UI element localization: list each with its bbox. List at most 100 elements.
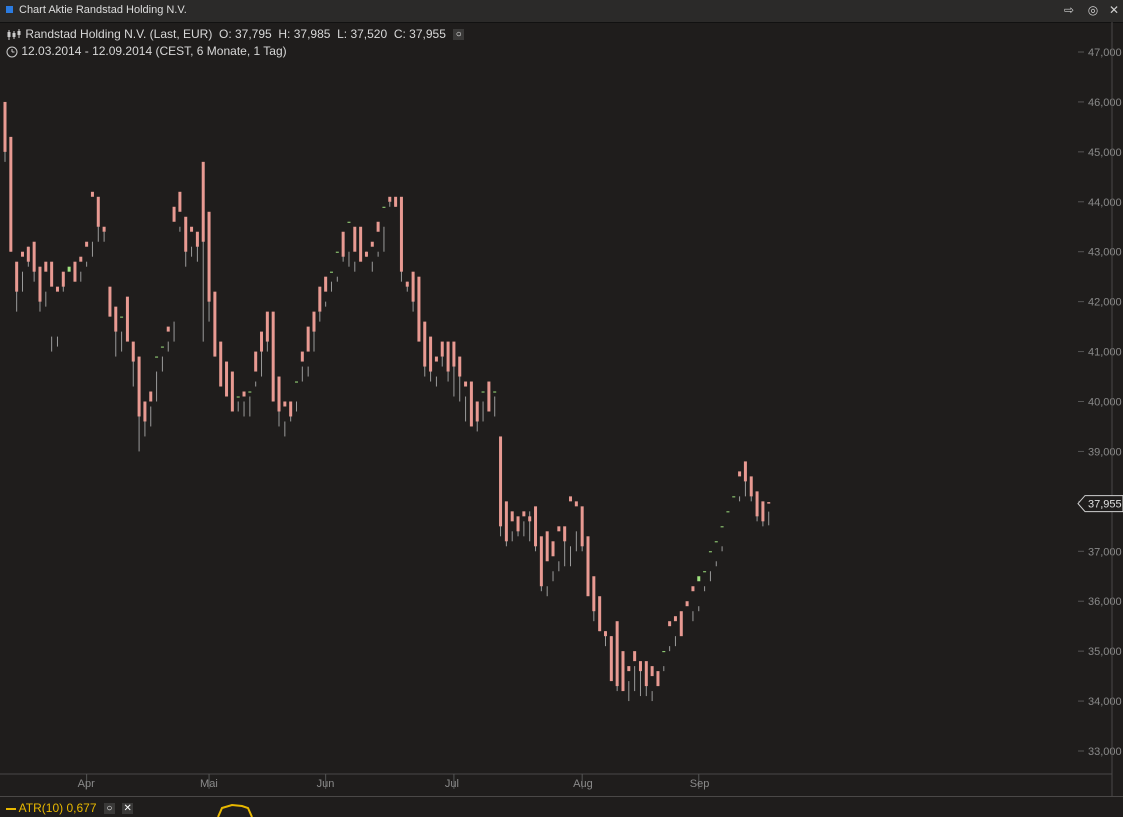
x-tick-label: Jun: [317, 778, 335, 790]
settings-icon[interactable]: ◎: [1086, 3, 1100, 17]
candle: [3, 101, 7, 162]
candle-body: [580, 506, 584, 547]
candle-body: [569, 496, 573, 502]
candle-body: [131, 341, 135, 362]
candle: [67, 266, 71, 272]
candle: [353, 226, 357, 272]
candle: [15, 261, 19, 312]
atr-settings-button[interactable]: ○: [103, 803, 115, 815]
candlestick-chart[interactable]: 47,000 46,000 45,000 44,000 43,000 42,000 41,0…: [0, 22, 1123, 796]
candle: [446, 341, 450, 382]
candle-body: [475, 401, 479, 422]
candle-body: [429, 336, 433, 372]
x-tick-label: Jul: [445, 778, 459, 790]
candle: [697, 576, 701, 612]
y-tick-label: 40,000: [1088, 397, 1122, 409]
candle: [324, 276, 328, 307]
window-title: Chart Aktie Randstad Holding N.V.: [19, 4, 187, 16]
candle: [510, 511, 514, 542]
y-tick-label: 45,000: [1088, 147, 1122, 159]
candle-body: [225, 361, 229, 397]
candle: [504, 501, 508, 547]
candle: [522, 511, 526, 537]
candle-body: [557, 526, 561, 532]
candle-body: [149, 391, 153, 402]
y-tick-label: 47,000: [1088, 47, 1122, 59]
candle: [254, 351, 258, 387]
candle: [149, 391, 153, 427]
candle: [551, 541, 555, 582]
candle: [265, 311, 269, 352]
candle: [335, 251, 339, 282]
candle-body: [254, 351, 258, 372]
candle-body: [586, 536, 590, 597]
candle: [656, 671, 660, 687]
atr-value: 0,677: [66, 801, 97, 815]
candle: [131, 341, 135, 387]
candle: [102, 226, 106, 242]
candle-body: [108, 286, 112, 317]
y-tick-label: 42,000: [1088, 297, 1122, 309]
title-bar: Chart Aktie Randstad Holding N.V. ⇨ ◎ ✕: [0, 0, 1123, 23]
candle: [347, 221, 351, 267]
candle-body: [125, 296, 129, 342]
candle-body: [61, 271, 65, 287]
candle-body: [749, 476, 753, 497]
candle-body: [248, 391, 252, 393]
y-tick-label: 43,000: [1088, 247, 1122, 259]
export-icon[interactable]: ⇨: [1062, 3, 1076, 17]
candle: [359, 226, 363, 262]
candle: [703, 571, 707, 592]
candle: [370, 241, 374, 272]
candle-body: [265, 311, 269, 342]
y-tick-label: 44,000: [1088, 197, 1122, 209]
candle: [767, 502, 771, 526]
candle-body: [335, 251, 339, 253]
candle: [225, 361, 229, 397]
candle: [580, 506, 584, 552]
candle-body: [434, 356, 438, 362]
atr-remove-button[interactable]: ✕: [122, 803, 134, 815]
candle: [720, 526, 724, 552]
candle: [743, 461, 747, 497]
candle: [341, 231, 345, 262]
candle: [761, 501, 765, 527]
candle-body: [761, 501, 765, 522]
candle: [137, 356, 141, 452]
candle-body: [44, 261, 48, 272]
last-price-tag: 37,955: [1077, 495, 1123, 513]
candle-body: [720, 526, 724, 528]
candle: [236, 396, 240, 412]
candle: [73, 261, 77, 282]
x-tick-label: Apr: [78, 778, 95, 790]
candle: [469, 381, 473, 427]
candle: [388, 196, 392, 207]
candle-body: [504, 501, 508, 542]
candle: [644, 661, 648, 697]
candle: [603, 631, 607, 647]
candle-body: [178, 191, 182, 212]
candle-body: [90, 191, 94, 197]
candle-body: [679, 611, 683, 637]
candle: [9, 136, 13, 252]
candle: [230, 371, 234, 412]
candle-body: [423, 321, 427, 367]
candle-body: [458, 356, 462, 377]
candle-body: [55, 286, 59, 292]
candle-body: [627, 666, 631, 672]
candle-body: [615, 621, 619, 687]
candle: [452, 341, 456, 397]
candle-body: [195, 231, 199, 247]
candle: [440, 341, 444, 367]
candle: [394, 196, 398, 207]
candle: [516, 516, 520, 537]
y-tick-label: 34,000: [1088, 696, 1122, 708]
candle: [423, 321, 427, 377]
candle-body: [172, 206, 176, 222]
candle: [499, 436, 503, 537]
close-icon[interactable]: ✕: [1107, 3, 1121, 17]
candle-body: [668, 621, 672, 627]
candle: [464, 381, 468, 422]
candle: [673, 616, 677, 647]
candle: [329, 271, 333, 292]
